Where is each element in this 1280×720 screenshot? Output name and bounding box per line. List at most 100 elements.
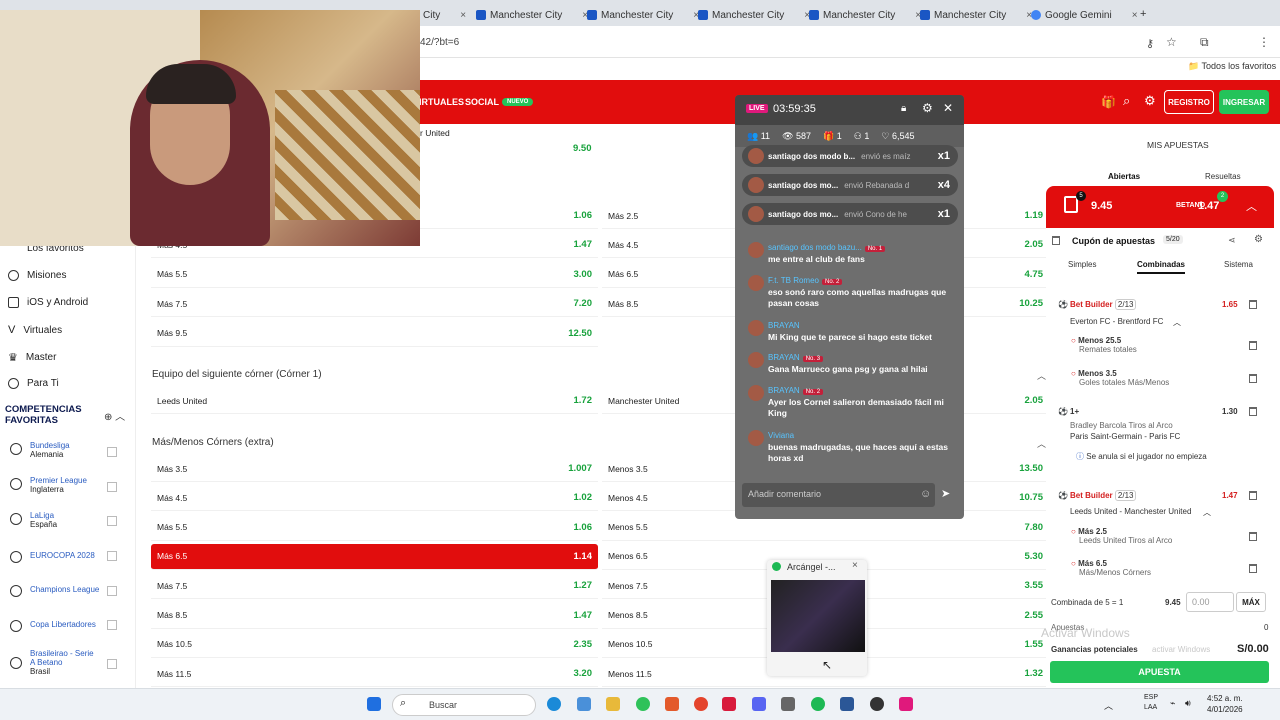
tray-chevron-icon[interactable]: ︿: [1104, 699, 1113, 712]
search-icon[interactable]: ⌕: [1123, 93, 1130, 109]
browser-tab[interactable]: Manchester City ×: [698, 6, 810, 24]
odds-row[interactable]: Más 11.5 3.20: [151, 661, 598, 688]
browser-tab[interactable]: City ×: [423, 6, 466, 24]
league-checkbox[interactable]: [107, 516, 117, 526]
windows-start-icon[interactable]: [367, 697, 381, 711]
odds-row[interactable]: Leeds United 1.72: [151, 388, 598, 414]
word-icon[interactable]: [840, 697, 854, 711]
close-icon[interactable]: ×: [852, 560, 858, 571]
tiktok-icon[interactable]: [899, 697, 913, 711]
trash-icon[interactable]: [1249, 300, 1257, 309]
settings-icon[interactable]: ⚙: [922, 101, 933, 115]
emoji-icon[interactable]: ☺: [920, 488, 931, 500]
browser-tab[interactable]: Manchester City ×: [809, 6, 921, 24]
trash-icon[interactable]: [1249, 341, 1257, 350]
league-checkbox[interactable]: [107, 586, 117, 596]
spotify-icon[interactable]: [811, 697, 825, 711]
league-checkbox[interactable]: [107, 659, 117, 669]
volume-icon[interactable]: 🔊︎: [1185, 698, 1191, 709]
trash-icon[interactable]: [1052, 236, 1060, 245]
odds-row[interactable]: Más 5.5 3.00: [151, 262, 598, 288]
app-icon[interactable]: [577, 697, 591, 711]
max-button[interactable]: MÁX: [1236, 592, 1266, 612]
place-bet-button[interactable]: APUESTA: [1050, 661, 1269, 683]
trash-icon[interactable]: [1249, 374, 1257, 383]
send-icon[interactable]: ➤: [941, 487, 950, 500]
menu-icon[interactable]: ⋮: [1258, 35, 1270, 49]
collapse-icon[interactable]: ︿: [1037, 369, 1046, 382]
odds-row[interactable]: Más 9.5 12.50: [151, 321, 598, 347]
league-checkbox[interactable]: [107, 620, 117, 630]
odds-row[interactable]: Más 7.5 1.27: [151, 573, 598, 600]
tab-results[interactable]: Resueltas: [1205, 172, 1241, 181]
star-icon[interactable]: ☆: [1166, 35, 1177, 49]
collapse-icon[interactable]: ︿: [1037, 437, 1046, 450]
league-item[interactable]: LaLiga España: [10, 511, 57, 529]
browser-tab[interactable]: Google Gemini ×: [1031, 6, 1138, 24]
trash-icon[interactable]: [1249, 407, 1257, 416]
nav-social[interactable]: SOCIAL NUEVO: [465, 97, 534, 107]
market-odd-top[interactable]: 9.50: [573, 143, 592, 154]
league-item[interactable]: Brasileirao - Serie A Betano Brasil: [10, 649, 96, 676]
chevron-up-icon[interactable]: ︿: [1246, 198, 1257, 214]
browser-tab[interactable]: Manchester City ×: [476, 6, 588, 24]
odds-row[interactable]: Más 3.5 1.007: [151, 456, 598, 482]
browser-tab[interactable]: Manchester City ×: [587, 6, 699, 24]
close-icon[interactable]: ×: [1132, 10, 1138, 21]
new-tab-icon[interactable]: +: [1140, 8, 1146, 20]
nav-virtual[interactable]: IRTUALES: [419, 97, 464, 107]
sidebar-item-apps[interactable]: iOS y Android: [8, 297, 88, 308]
gear-icon[interactable]: ⚙: [1254, 234, 1263, 245]
odds-row[interactable]: Más 10.5 2.35: [151, 632, 598, 658]
folder-icon[interactable]: [606, 697, 620, 711]
trash-icon[interactable]: [1249, 564, 1257, 573]
league-checkbox[interactable]: [107, 482, 117, 492]
calculator-icon[interactable]: [781, 697, 795, 711]
key-icon[interactable]: ⚷: [1146, 37, 1154, 50]
league-item[interactable]: Champions League: [10, 583, 99, 597]
odds-row[interactable]: Más 5.5 1.06: [151, 515, 598, 541]
sidebar-item-master[interactable]: ♛ Master: [8, 351, 56, 364]
odds-row[interactable]: Más 7.5 7.20: [151, 291, 598, 318]
login-button[interactable]: INGRESAR: [1219, 90, 1269, 114]
sidebar-item-virtual[interactable]: V Virtuales: [8, 324, 62, 336]
gear-icon[interactable]: ⚙: [1144, 93, 1156, 109]
chevron-up-icon[interactable]: ︿: [1173, 317, 1181, 328]
odds-row[interactable]: Más 8.5 1.47: [151, 603, 598, 629]
whatsapp-icon[interactable]: [636, 697, 650, 711]
edge-icon[interactable]: [547, 697, 561, 711]
stake-input[interactable]: 0.00: [1186, 592, 1234, 612]
sidebar-item-for-you[interactable]: Para Ti: [8, 378, 59, 389]
tab-open[interactable]: Abiertas: [1108, 172, 1140, 181]
obs-icon[interactable]: [870, 697, 884, 711]
text-app-icon[interactable]: [722, 697, 736, 711]
all-bookmarks-link[interactable]: 📁 Todos los favoritos: [1188, 61, 1276, 72]
taskbar-clock[interactable]: 4:52 a. m. 4/01/2026: [1207, 693, 1243, 715]
trash-icon[interactable]: [1249, 532, 1257, 541]
discord-icon[interactable]: [752, 697, 766, 711]
tab-sistema[interactable]: Sistema: [1224, 260, 1253, 269]
odds-row[interactable]: Más 4.5 1.02: [151, 485, 598, 512]
chrome-icon[interactable]: [694, 697, 708, 711]
url-text[interactable]: 42/?bt=6: [420, 37, 459, 48]
share-icon[interactable]: ⋖: [1228, 235, 1236, 246]
gift-icon[interactable]: 🎁: [1101, 95, 1116, 109]
odds-row[interactable]: Más 6.5 1.14: [151, 543, 598, 570]
league-item[interactable]: EUROCOPA 2028: [10, 549, 95, 563]
network-icon[interactable]: ⌁: [1170, 698, 1175, 709]
chevron-up-icon[interactable]: ︿: [1203, 507, 1211, 518]
league-checkbox[interactable]: [107, 447, 117, 457]
tab-simples[interactable]: Simples: [1068, 260, 1096, 269]
chat-comment-input[interactable]: Añadir comentario: [742, 483, 935, 507]
brave-icon[interactable]: [665, 697, 679, 711]
language-indicator[interactable]: ESP LAA: [1144, 693, 1158, 713]
league-item[interactable]: Copa Libertadores: [10, 618, 96, 632]
close-icon[interactable]: ×: [460, 10, 466, 21]
add-favorite-icon[interactable]: ⊕ ︿: [104, 408, 125, 423]
taskbar-search[interactable]: Buscar: [392, 694, 536, 716]
my-bets-title[interactable]: MIS APUESTAS: [1147, 140, 1209, 150]
extensions-icon[interactable]: ⧉: [1200, 35, 1209, 50]
close-icon[interactable]: ✕: [943, 101, 953, 115]
register-button[interactable]: REGISTRO: [1164, 90, 1214, 114]
league-item[interactable]: Premier League Inglaterra: [10, 476, 87, 494]
